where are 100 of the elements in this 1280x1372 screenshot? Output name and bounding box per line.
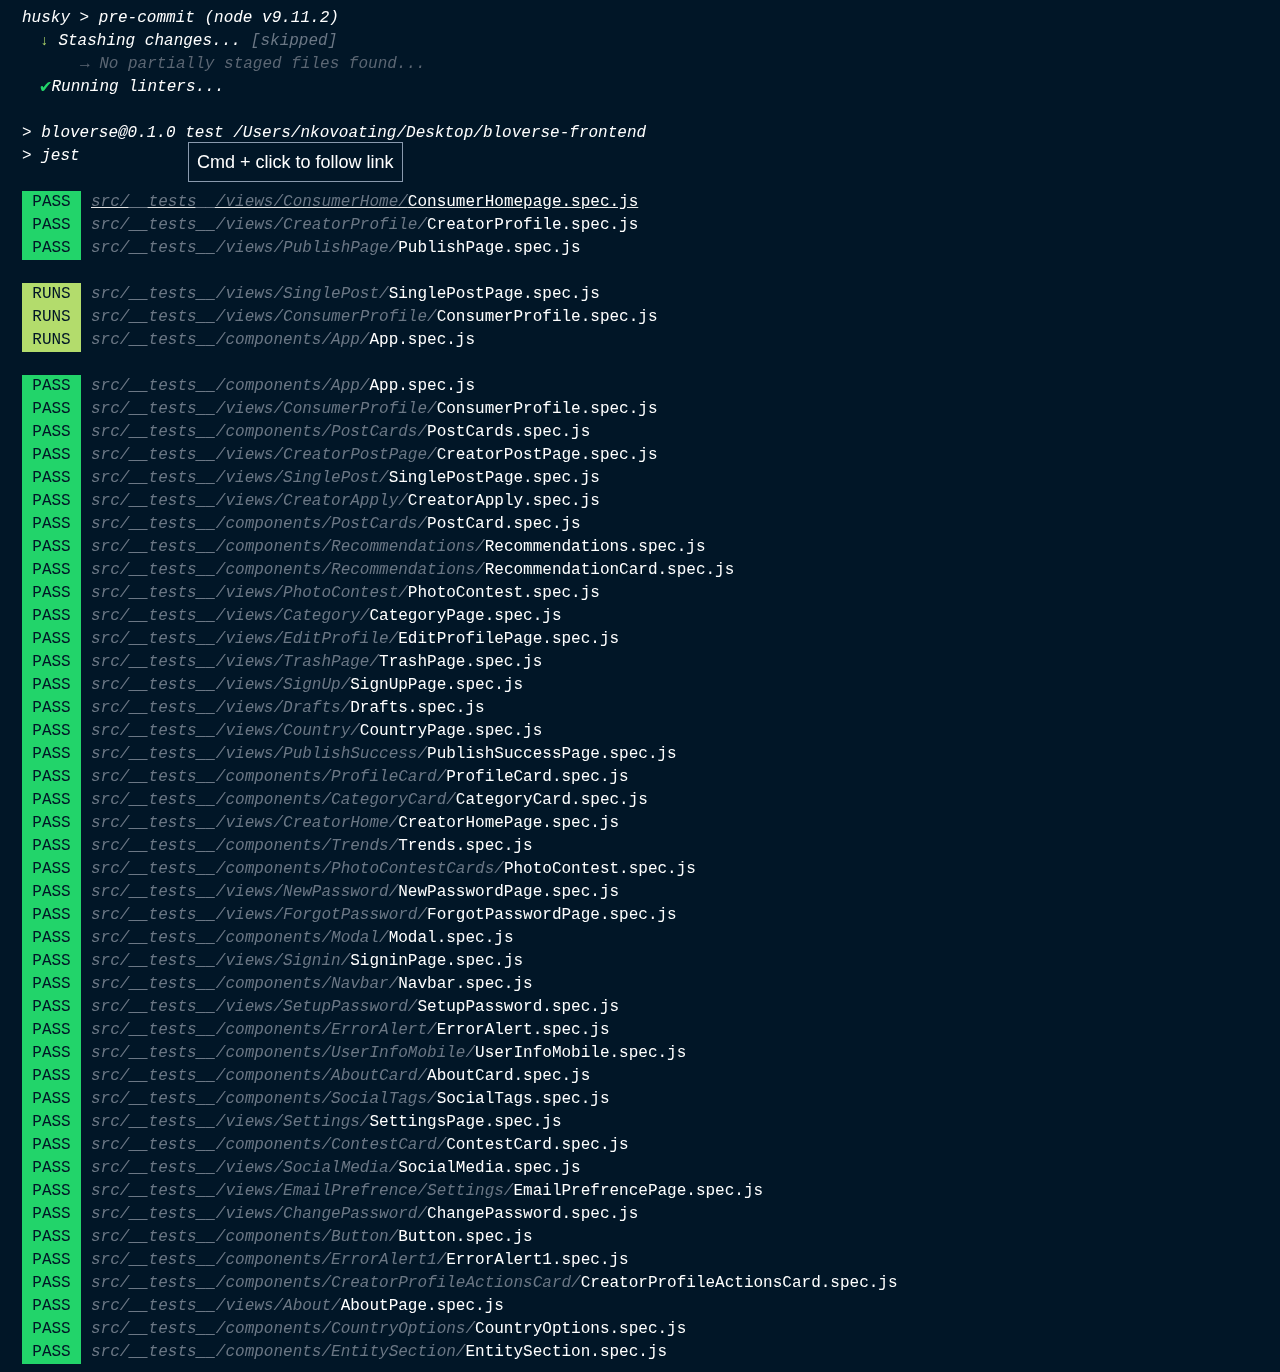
test-file-path[interactable]: src/__tests__/views/Country/CountryPage.spec.js [91,720,543,743]
status-badge: PASS [22,881,81,904]
test-file-path[interactable]: src/__tests__/views/SignUp/SignUpPage.spec.js [91,674,524,697]
test-file-path[interactable]: src/__tests__/components/Button/Button.spec.js [91,1226,533,1249]
status-badge: PASS [22,973,81,996]
test-file-path[interactable]: src/__tests__/views/CreatorPostPage/CreatorPostPage.spec.js [91,444,658,467]
test-file-path[interactable]: src/__tests__/components/PhotoContestCards/PhotoContest.spec.js [91,858,696,881]
test-file-path[interactable]: src/__tests__/components/Navbar/Navbar.spec.js [91,973,533,996]
test-file-path[interactable]: src/__tests__/views/SinglePost/SinglePostPage.spec.js [91,467,600,490]
status-badge: PASS [22,1111,81,1134]
test-file-path[interactable]: src/__tests__/views/Drafts/Drafts.spec.js [91,697,485,720]
test-file-path[interactable]: src/__tests__/components/Recommendations/Recommendations.spec.js [91,536,706,559]
status-badge: RUNS [22,329,81,352]
test-file-path[interactable]: src/__tests__/views/PublishSuccess/PublishSuccessPage.spec.js [91,743,677,766]
status-badge: RUNS [22,283,81,306]
status-badge: PASS [22,1341,81,1364]
test-file-path[interactable]: src/__tests__/views/EditProfile/EditProfilePage.spec.js [91,628,620,651]
status-badge: PASS [22,1203,81,1226]
test-file-path[interactable]: src/__tests__/components/PostCards/PostCard.spec.js [91,513,581,536]
status-badge: PASS [22,1042,81,1065]
status-badge: PASS [22,1065,81,1088]
status-badge: PASS [22,674,81,697]
status-badge: PASS [22,237,81,260]
test-file-path[interactable]: src/__tests__/views/SocialMedia/SocialMedia.spec.js [91,1157,581,1180]
status-badge: PASS [22,398,81,421]
status-badge: PASS [22,651,81,674]
test-file-path[interactable]: src/__tests__/views/ConsumerProfile/ConsumerProfile.spec.js [91,306,658,329]
test-file-path[interactable]: src/__tests__/views/CreatorApply/CreatorApply.spec.js [91,490,600,513]
status-badge: PASS [22,858,81,881]
skipped-note: [skipped] [250,31,338,52]
test-file-path[interactable]: src/__tests__/components/Recommendations/RecommendationCard.spec.js [91,559,735,582]
test-file-path[interactable]: src/__tests__/components/ContestCard/ContestCard.spec.js [91,1134,629,1157]
test-file-path[interactable]: src/__tests__/components/CountryOptions/CountryOptions.spec.js [91,1318,687,1341]
status-badge: PASS [22,1157,81,1180]
command-line: > bloverse@0.1.0 test /Users/nkovoating/Desktop/bloverse-frontend [22,124,647,142]
status-badge: PASS [22,950,81,973]
task-line: Stashing changes... [58,31,241,52]
test-file-path[interactable]: src/__tests__/views/NewPassword/NewPasswordPage.spec.js [91,881,620,904]
status-badge: PASS [22,1088,81,1111]
test-file-path[interactable]: src/__tests__/views/Signin/SigninPage.spec.js [91,950,524,973]
status-badge: PASS [22,191,81,214]
test-file-path[interactable]: src/__tests__/components/App/App.spec.js [91,329,476,352]
test-file-path[interactable]: src/__tests__/components/EntitySection/EntitySection.spec.js [91,1341,668,1364]
status-badge: PASS [22,513,81,536]
prompt-line: husky > pre-commit (node v9.11.2) [22,9,339,27]
test-file-path[interactable]: src/__tests__/components/AboutCard/AboutCard.spec.js [91,1065,591,1088]
test-file-path[interactable]: src/__tests__/views/EmailPrefrence/Settings/EmailPrefrencePage.spec.js [91,1180,764,1203]
test-file-path[interactable]: src/__tests__/components/UserInfoMobile/UserInfoMobile.spec.js [91,1042,687,1065]
check-icon: ✔ [40,78,52,97]
test-file-path[interactable]: src/__tests__/components/ErrorAlert/ErrorAlert.spec.js [91,1019,610,1042]
test-file-path[interactable]: src/__tests__/views/TrashPage/TrashPage.spec.js [91,651,543,674]
status-badge: PASS [22,743,81,766]
status-badge: PASS [22,720,81,743]
status-badge: PASS [22,1180,81,1203]
test-file-path[interactable]: src/__tests__/views/Settings/SettingsPage.spec.js [91,1111,562,1134]
subtask-line: → No partially staged files found... [80,55,426,73]
test-file-path[interactable]: src/__tests__/views/PublishPage/PublishPage.spec.js [91,237,581,260]
status-badge: PASS [22,1134,81,1157]
status-badge: PASS [22,904,81,927]
status-badge: PASS [22,697,81,720]
status-badge: PASS [22,1226,81,1249]
test-file-path[interactable]: src/__tests__/views/ConsumerProfile/ConsumerProfile.spec.js [91,398,658,421]
status-badge: PASS [22,812,81,835]
status-badge: PASS [22,444,81,467]
test-file-path[interactable]: src/__tests__/views/CreatorProfile/CreatorProfile.spec.js [91,214,639,237]
status-badge: PASS [22,1249,81,1272]
arrow-icon: ↓ [40,30,49,53]
test-file-path[interactable]: src/__tests__/views/CreatorHome/CreatorHomePage.spec.js [91,812,620,835]
test-file-path[interactable]: src/__tests__/components/Trends/Trends.spec.js [91,835,533,858]
test-file-path[interactable]: src/__tests__/components/CategoryCard/CategoryCard.spec.js [91,789,648,812]
status-badge: PASS [22,375,81,398]
test-file-path[interactable]: src/__tests__/components/App/App.spec.js [91,375,476,398]
test-file-path[interactable]: src/__tests__/views/SinglePost/SinglePostPage.spec.js [91,283,600,306]
test-file-path[interactable]: src/__tests__/components/ProfileCard/ProfileCard.spec.js [91,766,629,789]
status-badge: PASS [22,1019,81,1042]
status-badge: PASS [22,536,81,559]
status-badge: PASS [22,605,81,628]
test-file-path[interactable]: src/__tests__/components/SocialTags/SocialTags.spec.js [91,1088,610,1111]
test-file-path[interactable]: src/__tests__/views/About/AboutPage.spec.js [91,1295,504,1318]
test-file-path[interactable]: src/__tests__/components/PostCards/PostCards.spec.js [91,421,591,444]
link-tooltip: Cmd + click to follow link [188,142,403,182]
status-badge: RUNS [22,306,81,329]
status-badge: PASS [22,490,81,513]
status-badge: PASS [22,927,81,950]
test-file-path[interactable]: src/__tests__/views/SetupPassword/SetupPassword.spec.js [91,996,620,1019]
status-badge: PASS [22,559,81,582]
status-badge: PASS [22,835,81,858]
status-badge: PASS [22,996,81,1019]
test-file-path[interactable]: src/__tests__/views/ForgotPassword/ForgotPasswordPage.spec.js [91,904,677,927]
test-file-path[interactable]: src/__tests__/components/ErrorAlert1/ErrorAlert1.spec.js [91,1249,629,1272]
test-file-path[interactable]: src/__tests__/components/Modal/Modal.spec.js [91,927,514,950]
test-file-path[interactable]: src/__tests__/views/ConsumerHome/ConsumerHomepage.spec.js [91,191,639,214]
test-file-path[interactable]: src/__tests__/components/CreatorProfileActionsCard/CreatorProfileActionsCard.spec.js [91,1272,898,1295]
status-badge: PASS [22,789,81,812]
test-file-path[interactable]: src/__tests__/views/Category/CategoryPage.spec.js [91,605,562,628]
task-line: Running linters... [51,77,225,98]
test-file-path[interactable]: src/__tests__/views/ChangePassword/ChangePassword.spec.js [91,1203,639,1226]
status-badge: PASS [22,1272,81,1295]
test-file-path[interactable]: src/__tests__/views/PhotoContest/PhotoContest.spec.js [91,582,600,605]
status-badge: PASS [22,467,81,490]
